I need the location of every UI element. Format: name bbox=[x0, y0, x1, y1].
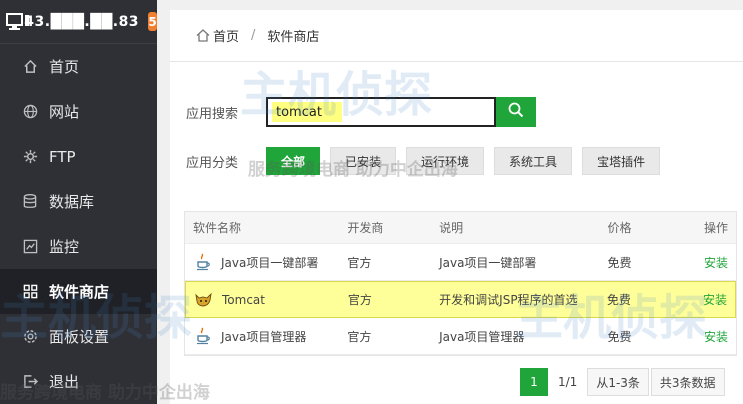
java-icon bbox=[193, 252, 213, 272]
database-icon bbox=[22, 194, 38, 210]
sidebar-item-label: 软件商店 bbox=[49, 283, 110, 301]
category-row: 应用分类 全部 已安装 运行环境 系统工具 宝塔插件 bbox=[186, 147, 670, 175]
category-all-button[interactable]: 全部 bbox=[266, 147, 321, 175]
app-price: 免费 bbox=[607, 255, 632, 270]
table-row: Java项目管理器 官方 Java项目管理器 免费 安装 bbox=[185, 318, 736, 355]
sidebar-item-label: 面板设置 bbox=[49, 328, 110, 346]
sidebar-item-label: 退出 bbox=[49, 373, 80, 391]
app-price: 免费 bbox=[606, 293, 631, 307]
sidebar-item-label: FTP bbox=[49, 147, 76, 166]
sidebar-item-logout[interactable]: 退出 bbox=[0, 359, 157, 404]
app-name: Tomcat bbox=[222, 292, 265, 307]
sidebar-item-home[interactable]: 首页 bbox=[0, 44, 157, 89]
java-icon bbox=[193, 326, 213, 346]
app-description: Java项目一键部署 bbox=[439, 255, 537, 270]
pagination: 1 1/1 从1-3条 共3条数据 bbox=[520, 368, 727, 396]
monitor-chart-icon bbox=[22, 239, 38, 255]
server-header: 43.███.██.83 5 bbox=[0, 0, 157, 44]
sidebar-item-website[interactable]: 网站 bbox=[0, 89, 157, 134]
app-name: Java项目管理器 bbox=[221, 329, 307, 344]
category-label: 应用分类 bbox=[186, 155, 239, 171]
app-developer: 官方 bbox=[347, 255, 372, 270]
breadcrumb: 首页 / 软件商店 bbox=[170, 10, 743, 62]
page-total: 共3条数据 bbox=[650, 368, 725, 396]
breadcrumb-current: 软件商店 bbox=[267, 30, 320, 45]
settings-icon bbox=[22, 329, 38, 345]
app-developer: 官方 bbox=[347, 293, 372, 307]
page-current-button[interactable]: 1 bbox=[520, 368, 548, 396]
app-price: 免费 bbox=[607, 329, 632, 344]
page-count: 1/1 bbox=[550, 368, 586, 396]
logout-icon bbox=[22, 374, 38, 390]
category-runtime-button[interactable]: 运行环境 bbox=[406, 147, 485, 175]
col-header-description: 说明 bbox=[439, 221, 464, 235]
search-button[interactable] bbox=[496, 97, 536, 127]
sidebar-item-database[interactable]: 数据库 bbox=[0, 179, 157, 224]
category-plugins-button[interactable]: 宝塔插件 bbox=[582, 147, 661, 175]
install-button[interactable]: 安装 bbox=[704, 256, 728, 270]
table-row: Java项目一键部署 官方 Java项目一键部署 免费 安装 bbox=[185, 244, 736, 281]
sidebar: 43.███.██.83 5 首页 网站 FTP 数据库 监控 软件商店 面板设… bbox=[0, 0, 157, 404]
ftp-icon bbox=[22, 149, 38, 165]
sidebar-item-label: 监控 bbox=[49, 238, 80, 256]
sidebar-item-panel-settings[interactable]: 面板设置 bbox=[0, 314, 157, 359]
sidebar-item-label: 网站 bbox=[49, 103, 80, 121]
sidebar-item-label: 数据库 bbox=[49, 193, 95, 211]
globe-icon bbox=[22, 104, 38, 120]
sidebar-item-software-store[interactable]: 软件商店 bbox=[0, 269, 157, 314]
category-tools-button[interactable]: 系统工具 bbox=[494, 147, 573, 175]
table-row: Tomcat 官方 开发和调试JSP程序的首选 免费 安装 bbox=[185, 281, 736, 318]
server-monitor-icon bbox=[6, 12, 29, 31]
sidebar-item-ftp[interactable]: FTP bbox=[0, 134, 157, 179]
search-label: 应用搜索 bbox=[186, 106, 239, 122]
col-header-name: 软件名称 bbox=[193, 221, 242, 235]
install-button[interactable]: 安装 bbox=[704, 330, 728, 344]
sidebar-nav: 首页 网站 FTP 数据库 监控 软件商店 面板设置 退出 bbox=[0, 44, 157, 404]
col-header-price: 价格 bbox=[607, 221, 632, 235]
sidebar-item-monitor[interactable]: 监控 bbox=[0, 224, 157, 269]
search-input[interactable] bbox=[272, 102, 342, 122]
notification-badge[interactable]: 5 bbox=[148, 12, 157, 31]
breadcrumb-separator: / bbox=[251, 28, 256, 43]
table-header: 软件名称 开发商 说明 价格 操作 bbox=[185, 212, 736, 244]
main-panel: 首页 / 软件商店 应用搜索 应用分类 全部 已安装 运行环境 系统工具 宝塔插… bbox=[170, 10, 743, 404]
sidebar-item-label: 首页 bbox=[49, 58, 80, 76]
search-field[interactable] bbox=[266, 97, 496, 127]
install-button[interactable]: 安装 bbox=[703, 293, 727, 307]
home-icon bbox=[22, 59, 38, 75]
col-header-developer: 开发商 bbox=[347, 221, 384, 235]
app-description: Java项目管理器 bbox=[439, 329, 525, 344]
app-developer: 官方 bbox=[347, 329, 372, 344]
page-range: 从1-3条 bbox=[587, 368, 649, 396]
breadcrumb-home[interactable]: 首页 bbox=[213, 26, 239, 45]
search-row: 应用搜索 bbox=[186, 97, 536, 127]
breadcrumb-home-icon[interactable] bbox=[196, 29, 210, 42]
col-header-action: 操作 bbox=[704, 221, 729, 235]
tomcat-icon bbox=[194, 290, 214, 310]
software-table: 软件名称 开发商 说明 价格 操作 Java项目一键部署 官方 Java项目一键… bbox=[184, 211, 737, 356]
grid-icon bbox=[22, 284, 38, 300]
server-ip: 43.███.██.83 bbox=[24, 13, 140, 30]
category-installed-button[interactable]: 已安装 bbox=[330, 147, 397, 175]
search-icon bbox=[508, 102, 524, 122]
app-description: 开发和调试JSP程序的首选 bbox=[439, 293, 578, 307]
app-name: Java项目一键部署 bbox=[221, 255, 319, 270]
